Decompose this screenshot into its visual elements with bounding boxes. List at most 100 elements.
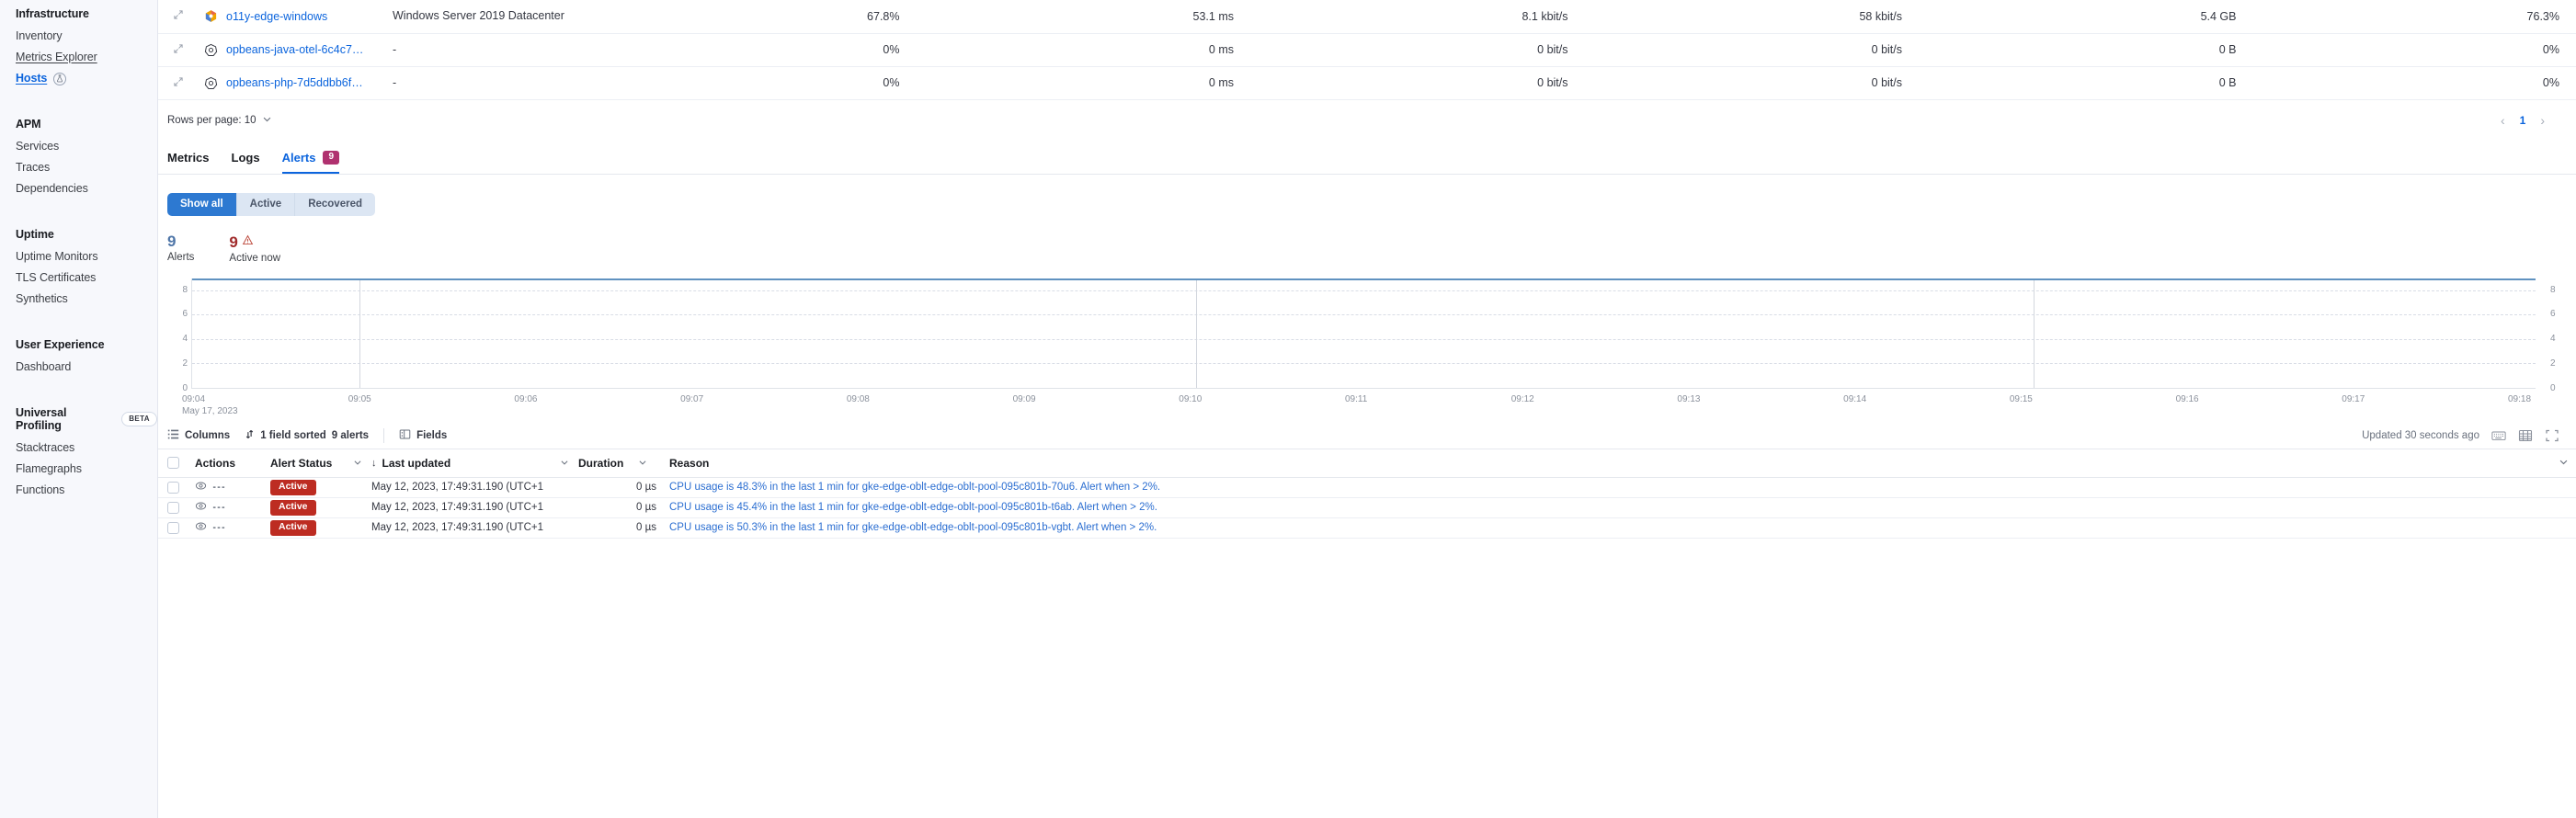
row-checkbox[interactable] [167, 521, 195, 534]
host-expand-cell [158, 66, 199, 100]
tab-metrics[interactable]: Metrics [167, 151, 210, 174]
column-header-label: Alert Status [270, 456, 333, 470]
y-tick-2: 2 [182, 358, 188, 369]
tab-badge-count: 9 [323, 150, 340, 165]
fullscreen-icon[interactable] [2545, 428, 2559, 443]
gridline-8 [192, 290, 2536, 291]
sidebar-item-services[interactable]: Services [16, 136, 157, 157]
host-cpu-cell: 67.8% [571, 0, 906, 34]
checkbox-icon[interactable] [167, 521, 179, 534]
host-rx-cell: 8.1 kbit/s [1239, 0, 1574, 34]
sidebar-item-flamegraphs[interactable]: Flamegraphs [16, 459, 157, 480]
sidebar-item-label: TLS Certificates [16, 271, 97, 284]
kubernetes-icon [204, 76, 218, 90]
chevron-down-icon[interactable] [353, 458, 371, 469]
chevron-down-icon[interactable] [560, 458, 578, 469]
host-name-link[interactable]: opbeans-php-7d5ddbb6f… [226, 76, 363, 89]
column-header-actions[interactable]: Actions [195, 457, 270, 470]
host-memory-cell: 0% [2241, 33, 2576, 67]
filter-show-all-button[interactable]: Show all [167, 192, 236, 216]
row-checkbox[interactable] [167, 501, 195, 514]
more-actions-icon[interactable] [212, 521, 225, 534]
chart-annotation-line [1196, 278, 1198, 388]
column-header-duration[interactable]: Duration [578, 457, 656, 470]
view-alert-icon[interactable] [195, 520, 207, 535]
windows-icon [204, 9, 218, 23]
tab-alerts[interactable]: Alerts 9 [281, 150, 340, 174]
host-latency-cell: 0 ms [905, 66, 1239, 100]
density-icon[interactable] [2518, 428, 2533, 443]
checkbox-icon[interactable] [167, 501, 179, 514]
count-label: Active now [229, 252, 281, 264]
chart-series-alerts-line [192, 278, 2536, 280]
tab-logs[interactable]: Logs [232, 151, 260, 174]
sidebar-item-metrics-explorer[interactable]: Metrics Explorer [16, 47, 157, 68]
select-all-checkbox[interactable] [167, 457, 195, 469]
row-status-cell: Active [270, 519, 371, 536]
view-alert-icon[interactable] [195, 480, 207, 494]
filter-recovered-button[interactable]: Recovered [294, 192, 375, 216]
row-updated-cell: May 12, 2023, 17:49:31.190 (UTC+1 [371, 502, 543, 513]
keyboard-shortcuts-icon[interactable] [2491, 428, 2506, 443]
column-header-updated[interactable]: ↓ Last updated [371, 457, 578, 470]
host-name-link[interactable]: o11y-edge-windows [226, 10, 327, 23]
tab-label: Logs [231, 150, 260, 165]
sidebar-item-synthetics[interactable]: Synthetics [16, 289, 157, 310]
sidebar-item-stacktraces[interactable]: Stacktraces [16, 437, 157, 459]
sidebar-group-apm: APM Services Traces Dependencies [16, 115, 157, 199]
chevron-down-icon[interactable] [638, 458, 656, 469]
pagination-page-1[interactable]: 1 [2520, 114, 2526, 127]
pagination: ‹ 1 › [2501, 113, 2545, 128]
columns-label: Columns [185, 429, 231, 441]
y-tick-0: 0 [2550, 382, 2556, 393]
sidebar-item-uptime-monitors[interactable]: Uptime Monitors [16, 246, 157, 267]
more-actions-icon[interactable] [212, 481, 225, 494]
kubernetes-icon [204, 43, 218, 57]
flask-icon [53, 72, 67, 85]
alert-reason-link[interactable]: CPU usage is 50.3% in the last 1 min for… [669, 522, 1157, 533]
chart-annotation-line [359, 278, 361, 388]
collapse-header-icon[interactable] [2559, 457, 2576, 470]
sidebar-item-label: Dependencies [16, 182, 88, 195]
sidebar-group-title-text: User Experience [16, 338, 105, 351]
sidebar-item-tls-certificates[interactable]: TLS Certificates [16, 267, 157, 289]
alerts-timeline-chart: 0 2 4 6 8 0 2 4 6 8 [167, 278, 2567, 392]
columns-button[interactable]: Columns [167, 428, 230, 443]
column-header-label: Last updated [382, 456, 451, 470]
more-actions-icon[interactable] [212, 501, 225, 514]
view-alert-icon[interactable] [195, 500, 207, 515]
host-name-link[interactable]: opbeans-java-otel-6c4c7… [226, 43, 363, 56]
checkbox-icon[interactable] [167, 481, 179, 494]
y-tick-8: 8 [2550, 284, 2556, 295]
alert-reason-link[interactable]: CPU usage is 48.3% in the last 1 min for… [669, 482, 1160, 493]
fields-button[interactable]: Fields [399, 428, 447, 443]
host-tx-cell: 58 kbit/s [1573, 0, 1908, 34]
pagination-next-icon[interactable]: › [2540, 113, 2545, 128]
chevron-down-icon [262, 114, 272, 127]
sort-fields-button[interactable]: 1 field sorted [245, 428, 326, 443]
expand-row-icon[interactable] [173, 43, 184, 57]
sidebar-item-functions[interactable]: Functions [16, 480, 157, 501]
column-header-status[interactable]: Alert Status [270, 457, 371, 470]
pagination-prev-icon[interactable]: ‹ [2501, 113, 2505, 128]
row-checkbox[interactable] [167, 481, 195, 494]
x-tick-09:11: 09:11 [1345, 393, 1368, 404]
chart-plot-area [191, 278, 2536, 389]
sidebar-item-dependencies[interactable]: Dependencies [16, 178, 157, 199]
sidebar-item-dashboard[interactable]: Dashboard [16, 357, 157, 378]
expand-row-icon[interactable] [173, 76, 184, 90]
host-os-cell: - [387, 33, 571, 67]
host-latency-cell: 53.1 ms [905, 0, 1239, 34]
expand-row-icon[interactable] [173, 9, 184, 23]
sidebar-item-traces[interactable]: Traces [16, 157, 157, 178]
rows-per-page-selector[interactable]: Rows per page: 10 [167, 114, 272, 127]
checkbox-icon[interactable] [167, 457, 179, 469]
sidebar-item-inventory[interactable]: Inventory [16, 26, 157, 47]
alert-reason-link[interactable]: CPU usage is 45.4% in the last 1 min for… [669, 502, 1157, 513]
filter-active-button[interactable]: Active [235, 192, 295, 216]
row-actions-cell [195, 500, 270, 515]
x-tick-09:10: 09:10 [1179, 393, 1203, 404]
sidebar-item-hosts[interactable]: Hosts [16, 68, 157, 89]
column-header-reason[interactable]: Reason [656, 457, 2559, 470]
